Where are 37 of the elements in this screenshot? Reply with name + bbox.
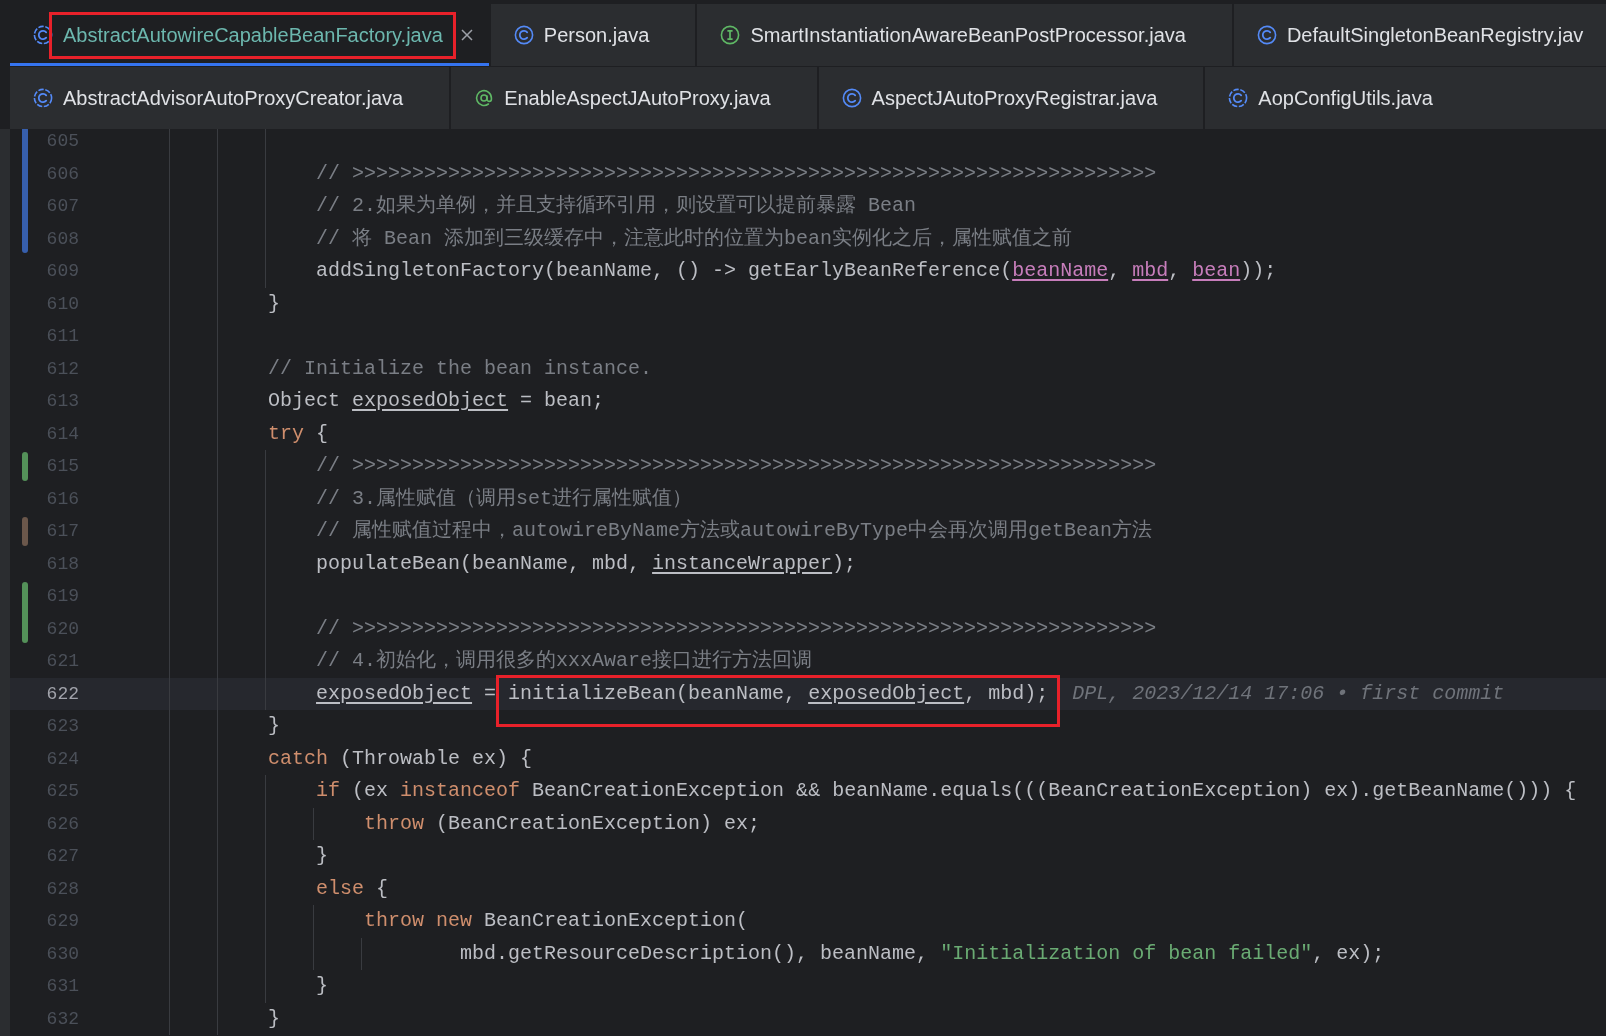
code-line: mbd.getResourceDescription(), beanName, "Initialization of bean failed", ex);	[460, 942, 1385, 965]
circled-c-icon	[841, 88, 862, 108]
code-line: populateBean(beanName, mbd, instanceWrapper);	[316, 552, 857, 575]
code-line: Object exposedObject = bean;	[268, 390, 605, 413]
code-line: addSingletonFactory(beanName, () -> getEarlyBeanReference(beanName, mbd, bean));	[316, 260, 1277, 283]
code-line: // >>>>>>>>>>>>>>>>>>>>>>>>>>>>>>>>>>>>>>>>>>>>>>>>>>>>>>>>>>>>>>>>>>>	[316, 617, 1157, 640]
code-line: catch (Throwable ex) {	[268, 747, 533, 770]
code-line: // Initialize the bean instance.	[268, 357, 653, 380]
editor-tab[interactable]: AbstractAutowireCapableBeanFactory.java	[10, 4, 491, 66]
code-line: // 属性赋值过程中，autowireByName方法或autowireByType中会再次调用getBean方法	[316, 520, 1153, 543]
code-line: }	[268, 715, 281, 738]
code-line: // 4.初始化，调用很多的xxxAware接口进行方法回调	[316, 650, 813, 673]
code-line: }	[316, 975, 329, 998]
highlighted-code: initializeBean(beanName, exposedObject, mbd);	[496, 674, 1061, 727]
code-line: if (ex instanceof BeanCreationException && beanName.equals(((BeanCreationException) ex).getBeanName())) {	[316, 780, 1577, 803]
code-line: exposedObject =	[316, 682, 497, 705]
at-sign-icon	[474, 88, 495, 108]
close-icon[interactable]	[460, 29, 473, 41]
dashed-circled-c-icon	[1228, 88, 1249, 108]
code-line: throw new BeanCreationException(	[364, 910, 749, 933]
code-line: // 3.属性赋值（调用set进行属性赋值）	[316, 487, 693, 510]
blame-annotation: DPL, 2023/12/14 17:06 • first commit	[1072, 682, 1505, 705]
dashed-circled-c-icon	[33, 88, 53, 108]
code-line: throw (BeanCreationException) ex;	[364, 812, 761, 835]
circled-i-icon	[720, 25, 741, 45]
code-line: }	[268, 292, 281, 315]
code-line: }	[268, 1007, 281, 1030]
circled-c-icon	[1256, 25, 1277, 45]
code-line: // 2.如果为单例，并且支持循环引用，则设置可以提前暴露 Bean	[316, 195, 917, 218]
circled-c-icon	[513, 25, 534, 45]
line-number: 622	[46, 682, 79, 705]
code-line: // 将 Bean 添加到三级缓存中，注意此时的位置为bean实例化之后，属性赋值之前	[316, 227, 1073, 250]
code-line: // >>>>>>>>>>>>>>>>>>>>>>>>>>>>>>>>>>>>>>>>>>>>>>>>>>>>>>>>>>>>>>>>>>>	[316, 455, 1157, 478]
code-line: try {	[268, 422, 329, 445]
code-line: else {	[316, 877, 389, 900]
code-line: // >>>>>>>>>>>>>>>>>>>>>>>>>>>>>>>>>>>>>>>>>>>>>>>>>>>>>>>>>>>>>>>>>>>	[316, 162, 1157, 185]
code-line: }	[316, 845, 329, 868]
